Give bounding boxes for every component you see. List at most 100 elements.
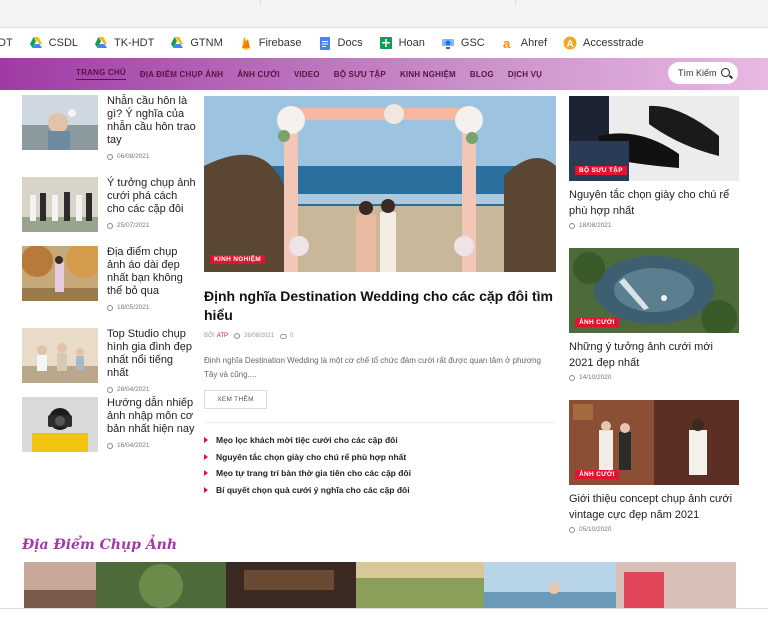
post-date-text: 26/08/2021 [244,333,275,339]
search-input[interactable]: Tìm Kiếm [668,62,738,84]
nav-item-experience[interactable]: Kinh nghiệm [400,70,456,79]
post-meta: BỞI ATP 26/08/2021 0 [204,333,293,339]
bookmark-label: DT [0,37,13,49]
clock-icon [107,386,113,393]
svg-text:A: A [567,39,574,50]
related-post-link[interactable]: Bí quyết chọn quà cưới ý nghĩa cho các c… [204,482,556,499]
nav-item-collection[interactable]: Bộ sưu tập [334,70,386,79]
list-item[interactable]: Nhẫn cầu hôn là gì? Ý nghĩa của nhẫn cầu… [22,95,197,160]
list-item[interactable]: Ý tưởng chụp ảnh cưới phá cách cho các c… [22,177,197,232]
post-thumbnail[interactable]: Bộ sưu tập [569,96,739,181]
list-item[interactable]: Địa điểm chụp ảnh áo dài đẹp nhất bạn kh… [22,246,197,311]
nav-item-locations[interactable]: Địa điểm chụp ảnh [140,70,223,79]
post-thumbnail[interactable] [22,95,98,150]
clock-icon [107,153,113,160]
post-thumbnail[interactable] [22,328,98,383]
section-heading[interactable]: Địa Điểm Chụp Ảnh [22,537,177,553]
sheets-icon [379,36,393,50]
clock-icon [107,442,113,449]
comment-count[interactable]: 0 [290,333,293,339]
tab-separator [515,0,516,6]
bookmark-label: Firebase [258,37,302,49]
post-title[interactable]: Những ý tưởng ảnh cưới mới 2021 đẹp nhất [569,339,739,371]
clock-icon [107,222,113,229]
bookmark-gtnm[interactable]: GTNM [170,36,223,50]
side-post-card[interactable]: Ảnh cưới Giới thiệu concept chụp ảnh cướ… [569,400,739,533]
by-label: BỞI [204,333,215,339]
related-post-link[interactable]: Mẹo tự trang trí bàn thờ gia tiên cho cá… [204,465,556,482]
post-thumbnail[interactable] [22,397,98,452]
bookmark-tk-hdt[interactable]: TK-HDT [94,36,154,50]
side-post-card[interactable]: Bộ sưu tập Nguyên tắc chọn giày cho chú … [569,96,739,229]
related-posts-list: Mẹo lọc khách mời tiệc cưới cho các cặp … [204,432,556,498]
clock-icon [569,222,575,229]
gallery-strip[interactable] [24,562,736,610]
featured-title[interactable]: Định nghĩa Destination Wedding cho các c… [204,287,554,325]
search-console-icon [441,36,455,50]
bookmark-docs[interactable]: Docs [318,36,363,50]
nav-item-home[interactable]: Trang chủ [76,68,126,80]
bookmark-accesstrade[interactable]: A Accesstrade [563,36,644,50]
bookmark-label: Docs [337,37,363,49]
bookmark-csdl[interactable]: CSDL [29,36,78,50]
related-post-title: Mẹo lọc khách mời tiệc cưới cho các cặp … [216,435,398,446]
clock-icon [107,304,113,311]
bookmark-ahref[interactable]: a Ahref [501,36,548,51]
post-title[interactable]: Top Studio chụp hình gia đình đẹp nhất n… [107,328,197,380]
post-date: 28/04/2021 [107,386,197,393]
list-item[interactable]: Top Studio chụp hình gia đình đẹp nhất n… [22,328,197,393]
docs-icon [318,36,332,50]
drive-icon [94,36,108,50]
nav-item-video[interactable]: Video [294,70,320,79]
related-post-title: Nguyên tắc chọn giày cho chú rể phù hợp … [216,451,407,462]
bookmark-label: GSC [460,37,485,49]
category-badge[interactable]: Ảnh cưới [575,470,619,479]
comment-icon [280,333,288,339]
read-more-button[interactable]: Xem thêm [204,390,267,409]
bookmark-label: Ahref [520,37,548,49]
author-link[interactable]: ATP [217,333,228,339]
featured-excerpt: Định nghĩa Destination Wedding là một cơ… [204,356,541,379]
nav-item-blog[interactable]: Blog [470,70,494,79]
post-date-text: 28/04/2021 [117,386,150,393]
list-item[interactable]: Hướng dẫn nhiếp ảnh nhập môn cơ bản nhất… [22,397,197,452]
post-date-text: 05/10/2020 [579,526,612,533]
post-title[interactable]: Nguyên tắc chọn giày cho chú rể phù hợp … [569,187,739,219]
bookmark-dt[interactable]: DT [0,37,13,49]
featured-image[interactable]: Kinh nghiệm [204,96,556,272]
post-title[interactable]: Giới thiệu concept chụp ảnh cưới vintage… [569,491,739,523]
bullet-arrow-icon [204,437,208,444]
post-title[interactable]: Nhẫn cầu hôn là gì? Ý nghĩa của nhẫn cầu… [107,95,197,147]
post-title[interactable]: Địa điểm chụp ảnh áo dài đẹp nhất bạn kh… [107,246,197,298]
tab-separator [260,0,261,6]
category-badge[interactable]: Bộ sưu tập [575,166,627,175]
bookmark-gsc[interactable]: GSC [441,36,485,50]
post-thumbnail[interactable] [22,246,98,301]
related-post-link[interactable]: Mẹo lọc khách mời tiệc cưới cho các cặp … [204,432,556,449]
search-icon[interactable] [721,68,730,77]
related-post-link[interactable]: Nguyên tắc chọn giày cho chú rể phù hợp … [204,449,556,466]
post-date-text: 14/10/2020 [579,374,612,381]
bookmark-firebase[interactable]: Firebase [239,36,302,50]
site-navigation-bar: Trang chủ Địa điểm chụp ảnh Ảnh cưới Vid… [0,58,768,90]
ahrefs-icon: a [501,36,515,51]
side-post-card[interactable]: Ảnh cưới Những ý tưởng ảnh cưới mới 2021… [569,248,739,381]
post-title[interactable]: Hướng dẫn nhiếp ảnh nhập môn cơ bản nhất… [107,397,197,436]
post-date: 14/10/2020 [569,374,739,381]
category-badge[interactable]: Kinh nghiệm [210,255,265,264]
bookmark-hoan[interactable]: Hoan [379,36,425,50]
nav-item-wedding-photos[interactable]: Ảnh cưới [237,70,280,79]
post-date: 06/08/2021 [107,153,197,160]
post-date-text: 18/08/2021 [579,222,612,229]
post-date: 05/10/2020 [569,526,739,533]
related-post-title: Bí quyết chọn quà cưới ý nghĩa cho các c… [216,484,410,495]
post-title[interactable]: Ý tưởng chụp ảnh cưới phá cách cho các c… [107,177,197,216]
category-badge[interactable]: Ảnh cưới [575,318,619,327]
nav-item-services[interactable]: Dịch vụ [508,70,542,79]
post-date: 18/05/2021 [107,304,197,311]
post-thumbnail[interactable]: Ảnh cưới [569,248,739,333]
post-date-text: 25/07/2021 [117,222,150,229]
post-thumbnail[interactable] [22,177,98,232]
post-thumbnail[interactable]: Ảnh cưới [569,400,739,485]
bookmarks-bar: DT CSDL TK-HDT GTNM Firebase Docs Hoan G… [0,29,768,57]
